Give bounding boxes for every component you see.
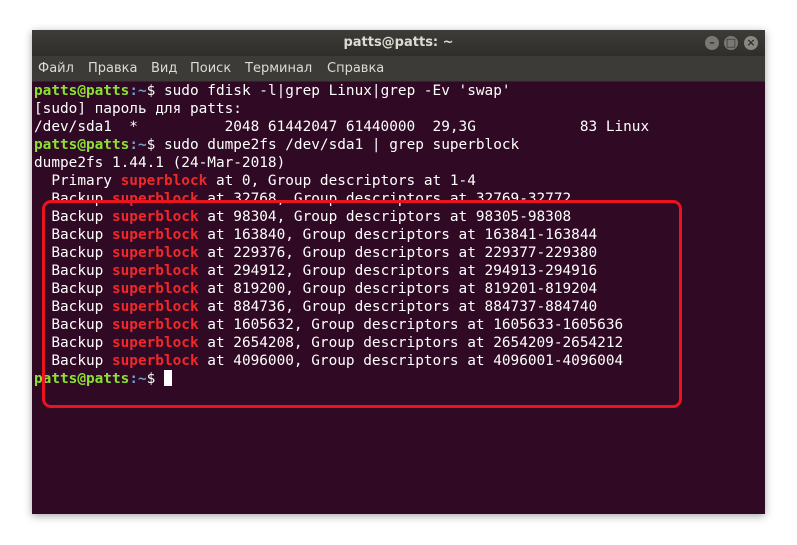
menu-file[interactable]: Файл (38, 61, 74, 76)
superblock-line: Primary superblock at 0, Group descripto… (34, 172, 476, 190)
menu-terminal[interactable]: Терминал (245, 61, 312, 76)
prompt-user: patts@patts (34, 83, 130, 99)
menu-help[interactable]: Справка (327, 61, 384, 76)
command-line-2: patts@patts:~$ sudo dumpe2fs /dev/sda1 |… (34, 136, 519, 154)
window-title: patts@patts: ~ (343, 35, 454, 50)
title-bar[interactable]: patts@patts: ~ – □ × (32, 30, 765, 56)
prompt-path: :~ (129, 83, 147, 99)
menu-search[interactable]: Поиск (190, 61, 231, 76)
prompt-user: patts@patts (34, 137, 130, 153)
sudo-prompt-line: [sudo] пароль для patts: (34, 101, 242, 117)
command-line-1: patts@patts:~$ sudo fdisk -l|grep Linux|… (34, 82, 511, 100)
command-text: sudo fdisk -l|grep Linux|grep -Ev 'swap' (155, 83, 511, 99)
minimize-button[interactable]: – (705, 36, 719, 50)
close-button[interactable]: × (744, 36, 758, 50)
menu-view[interactable]: Вид (151, 61, 177, 76)
terminal-window: patts@patts: ~ – □ × Файл Правка Вид Пои… (32, 30, 765, 514)
fdisk-output-line: /dev/sda1 * 2048 61442047 61440000 29,3G… (34, 119, 650, 135)
prompt-symbol: $ (146, 83, 156, 99)
prompt-symbol: $ (146, 137, 156, 153)
command-text: sudo dumpe2fs /dev/sda1 | grep superbloc… (155, 137, 520, 153)
menu-bar: Файл Правка Вид Поиск Терминал Справка (32, 56, 765, 82)
prompt-path: :~ (129, 137, 147, 153)
version-line: dumpe2fs 1.44.1 (24-Mar-2018) (34, 155, 286, 171)
maximize-button[interactable]: □ (724, 36, 738, 50)
line-prefix: Primary (34, 173, 121, 189)
line-suffix: at 0, Group descriptors at 1-4 (207, 173, 476, 189)
highlight-annotation (42, 200, 682, 408)
grep-match: superblock (120, 173, 208, 189)
terminal-output[interactable]: patts@patts:~$ sudo fdisk -l|grep Linux|… (32, 82, 765, 514)
menu-edit[interactable]: Правка (88, 61, 137, 76)
